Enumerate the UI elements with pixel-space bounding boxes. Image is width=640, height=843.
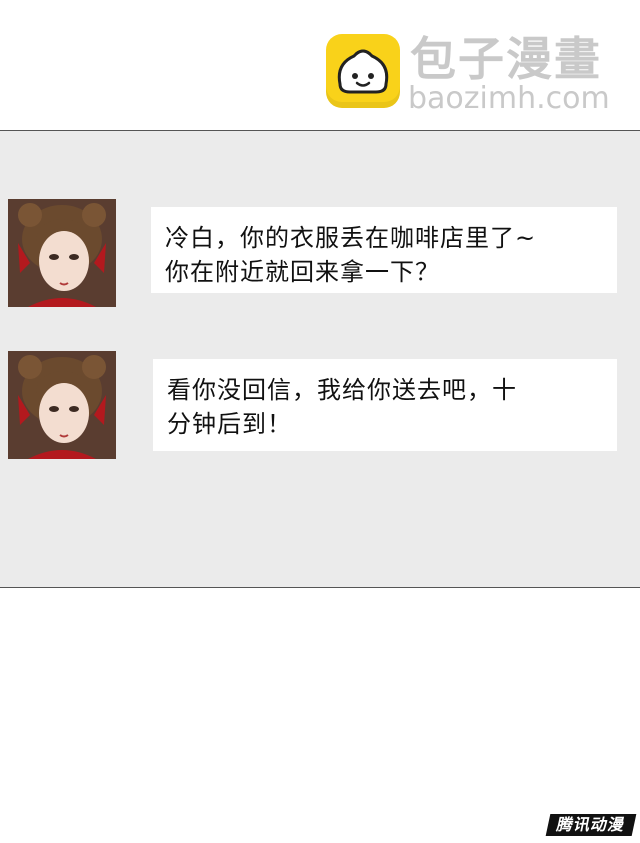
message-bubble: 冷白，你的衣服丢在咖啡店里了~ 你在附近就回来拿一下？ [151,207,617,293]
chat-panel: 冷白，你的衣服丢在咖啡店里了~ 你在附近就回来拿一下？ 看你没回信，我给你送去吧… [0,130,640,588]
footer-badge: 腾讯动漫 [545,814,637,836]
bun-logo-icon [326,34,400,108]
avatar-portrait [8,351,116,459]
message-line: 分钟后到！ [167,410,292,438]
message-line: 冷白，你的衣服丢在咖啡店里了~ [165,224,537,252]
watermark-site: baozimh.com [408,81,610,116]
avatar [8,351,116,459]
watermark-title: 包子漫畫 [410,32,602,86]
avatar-portrait [8,199,116,307]
message-line: 看你没回信，我给你送去吧，十 [167,376,517,404]
message-bubble: 看你没回信，我给你送去吧，十 分钟后到！ [153,359,617,451]
message-line: 你在附近就回来拿一下？ [165,258,440,286]
avatar [8,199,116,307]
